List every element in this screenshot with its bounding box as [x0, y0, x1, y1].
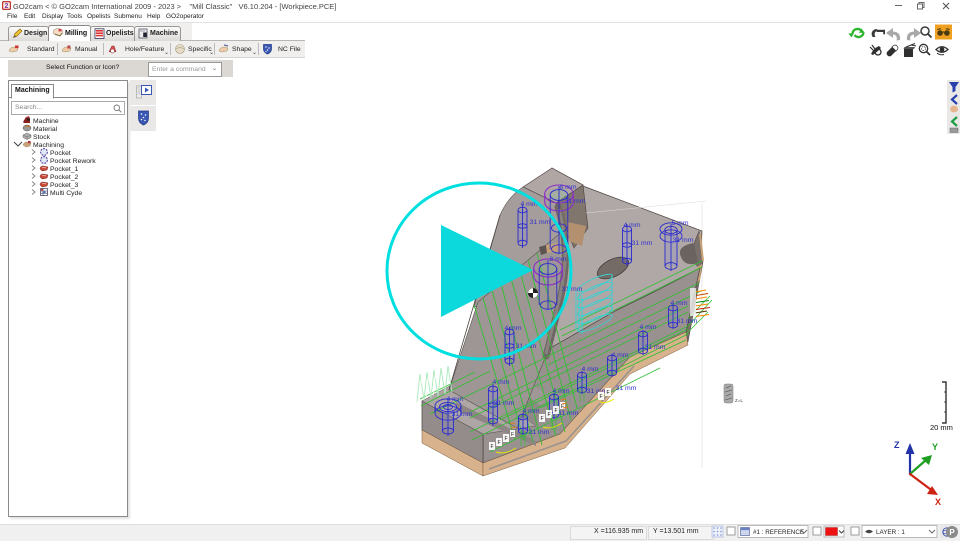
svg-text:4 mm: 4 mm: [553, 388, 570, 395]
svg-text:31 mm: 31 mm: [529, 429, 550, 436]
svg-text:F: F: [505, 436, 508, 442]
svg-text:31 mm: 31 mm: [530, 219, 551, 226]
svg-text:31 mm: 31 mm: [558, 410, 579, 417]
svg-text:F: F: [511, 432, 514, 438]
svg-text:4 mm: 4 mm: [493, 379, 510, 386]
svg-text:4 mm: 4 mm: [505, 325, 522, 332]
svg-text:4 mm: 4 mm: [582, 366, 599, 373]
svg-text:31 mm: 31 mm: [587, 388, 608, 395]
svg-text:#1 : REFERENCE: #1 : REFERENCE: [753, 529, 804, 536]
svg-text:F: F: [498, 440, 501, 446]
svg-text:F: F: [555, 408, 558, 414]
svg-text:31 mm: 31 mm: [673, 237, 694, 244]
svg-text:31 mm: 31 mm: [645, 344, 666, 351]
svg-text:Pocket_1: Pocket_1: [50, 166, 79, 173]
svg-text:F: F: [600, 394, 603, 400]
svg-text:Z=L: Z=L: [735, 398, 743, 403]
svg-text:31 mm: 31 mm: [562, 286, 583, 293]
svg-text:31 mm: 31 mm: [452, 411, 473, 418]
svg-text:20 mm: 20 mm: [930, 423, 953, 432]
svg-text:P: P: [949, 528, 955, 537]
svg-text:4 mm: 4 mm: [671, 300, 688, 307]
svg-text:Machine: Machine: [33, 118, 59, 125]
svg-text:31 mm: 31 mm: [494, 400, 515, 407]
svg-text:Pocket Rework: Pocket Rework: [50, 158, 96, 165]
svg-text:F: F: [491, 444, 494, 450]
svg-text:8 mm: 8 mm: [550, 256, 567, 263]
svg-text:Stock: Stock: [33, 134, 51, 141]
svg-text:4 mm: 4 mm: [612, 352, 629, 359]
svg-text:5 mm: 5 mm: [672, 220, 689, 227]
svg-text:31 mm: 31 mm: [616, 385, 637, 392]
svg-text:X: X: [935, 497, 941, 507]
svg-text:2: 2: [5, 3, 9, 10]
svg-text:Y: Y: [932, 442, 938, 452]
svg-text:Z: Z: [894, 440, 900, 450]
svg-text:Pocket: Pocket: [50, 150, 71, 157]
svg-text:Machining: Machining: [33, 142, 64, 149]
svg-text:F: F: [548, 412, 551, 418]
svg-text:8 mm: 8 mm: [560, 184, 577, 191]
svg-text:LAYER : 1: LAYER : 1: [876, 529, 905, 536]
svg-text:F: F: [541, 416, 544, 422]
svg-text:Pocket_2: Pocket_2: [50, 174, 79, 181]
svg-text:4 mm: 4 mm: [523, 408, 540, 415]
svg-text:4 mm: 4 mm: [640, 324, 657, 331]
svg-text:Pocket_3: Pocket_3: [50, 182, 79, 189]
svg-text:F: F: [561, 404, 564, 410]
svg-text:F: F: [607, 390, 610, 396]
svg-text:31 mm: 31 mm: [632, 240, 653, 247]
svg-text:4 mm: 4 mm: [447, 396, 464, 403]
svg-text:31 mm: 31 mm: [677, 318, 698, 325]
svg-text:Material: Material: [33, 126, 58, 133]
svg-text:Multi Cyde: Multi Cyde: [50, 190, 82, 197]
svg-text:4 mm: 4 mm: [624, 222, 641, 229]
svg-text:31 mm: 31 mm: [565, 198, 586, 205]
